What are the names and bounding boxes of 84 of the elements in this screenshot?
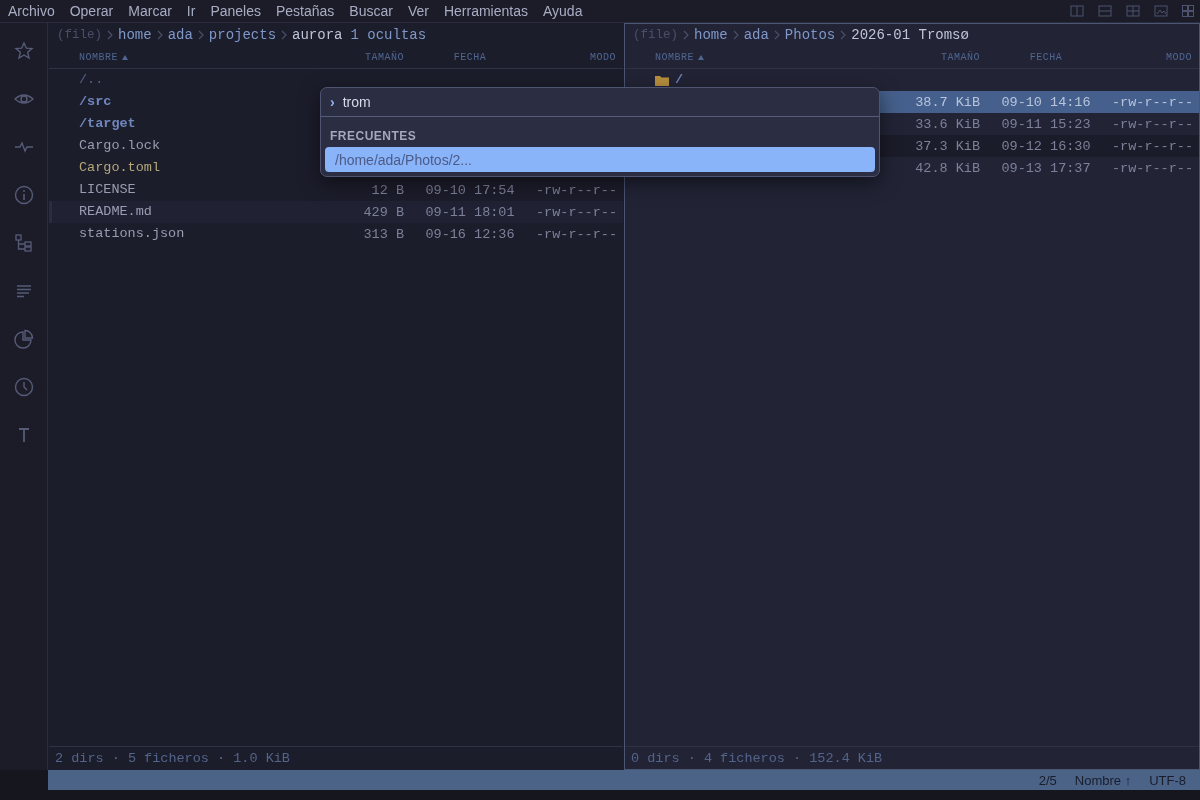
breadcrumb-item: (file): [57, 28, 102, 42]
file-name: /..: [79, 73, 104, 87]
clock-icon[interactable]: [13, 377, 34, 397]
breadcrumb-item: 2026-01 Tromsø: [851, 27, 969, 43]
menu-item[interactable]: Ir: [186, 3, 196, 19]
file-date: 09-12 16:30: [1001, 138, 1091, 154]
file-date: 09-11 15:23: [1001, 116, 1091, 132]
section-heading: FRECUENTES: [329, 128, 418, 145]
file-size: 38.7 KiB: [915, 94, 980, 110]
chevron-icon: [732, 30, 739, 40]
file-row[interactable]: LICENSE 12 B 09-10 17:54 -rw-r--r--: [49, 179, 623, 201]
chevron-icon: [197, 30, 204, 40]
breadcrumb-item[interactable]: ada: [167, 27, 193, 43]
file-mode: -rw-r--r--: [536, 204, 617, 220]
two-rows-icon[interactable]: [1098, 5, 1112, 17]
status-item: Nombre ↑: [1074, 772, 1132, 788]
menu-item[interactable]: Buscar: [349, 3, 393, 19]
breadcrumb-item[interactable]: Photos: [784, 27, 836, 43]
tiles-icon[interactable]: [1182, 5, 1194, 17]
star-icon[interactable]: [13, 41, 34, 61]
hidden-count: 1 ocultas: [350, 27, 427, 43]
breadcrumb-item[interactable]: projects: [208, 27, 277, 43]
two-columns-icon[interactable]: [1070, 5, 1084, 17]
chevron-icon: [840, 30, 847, 40]
file-name: /target: [79, 117, 136, 131]
file-date: 09-16 12:36: [425, 226, 515, 242]
file-size: 37.3 KiB: [915, 138, 980, 154]
file-name: /: [675, 73, 684, 87]
file-date: 09-10 17:54: [425, 182, 515, 198]
file-row[interactable]: /: [625, 69, 1199, 91]
column-header[interactable]: MODO: [536, 51, 616, 63]
info-icon[interactable]: [13, 185, 34, 205]
menu-item[interactable]: Marcar: [128, 3, 172, 19]
file-name: README.md: [79, 205, 152, 219]
tree-icon[interactable]: [13, 233, 34, 253]
file-size: 12 B: [371, 182, 404, 198]
file-mode: -rw-r--r--: [1112, 138, 1193, 154]
pie-chart-icon[interactable]: [13, 329, 34, 349]
menu-item[interactable]: Pestañas: [276, 3, 335, 19]
breadcrumb-item[interactable]: home: [694, 27, 728, 43]
file-row[interactable]: README.md 429 B 09-11 18:01 -rw-r--r--: [49, 201, 623, 223]
pane-summary: 0 dirs · 4 ficheros · 152.4 KiB: [631, 750, 883, 766]
breadcrumb-item[interactable]: home: [118, 27, 152, 43]
chevron-icon: [156, 30, 163, 40]
breadcrumb-item[interactable]: ada: [743, 27, 769, 43]
menu-item[interactable]: Paneles: [210, 3, 261, 19]
column-header[interactable]: NOMBRE: [79, 51, 118, 63]
file-row[interactable]: stations.json 313 B 09-16 12:36 -rw-r--r--: [49, 223, 623, 245]
column-header[interactable]: TAMAÑO: [324, 51, 404, 63]
sort-ascending-icon: [698, 54, 704, 60]
suggestion-item[interactable]: /home/ada/Photos/2...: [325, 147, 875, 172]
grid-icon[interactable]: [1126, 5, 1140, 17]
file-date: 09-11 18:01: [425, 204, 515, 220]
file-mode: -rw-r--r--: [1112, 94, 1193, 110]
chevron-icon: [683, 30, 689, 40]
menu-item[interactable]: Ver: [407, 3, 429, 19]
chevron-icon: [281, 30, 288, 40]
chevron-icon: [107, 30, 113, 40]
file-size: 42.8 KiB: [915, 160, 980, 176]
query-field[interactable]: trom: [342, 94, 371, 110]
file-date: 09-10 14:16: [1001, 94, 1091, 110]
file-size: 313 B: [363, 226, 404, 242]
breadcrumb-item: aurora: [292, 27, 343, 43]
menu-item[interactable]: Operar: [69, 3, 114, 19]
status-item: 2/5: [1038, 772, 1057, 788]
file-size: 429 B: [363, 204, 404, 220]
file-mode: -rw-r--r--: [1112, 160, 1193, 176]
menu-item[interactable]: Herramientas: [443, 3, 528, 19]
file-mode: -rw-r--r--: [1112, 116, 1193, 132]
file-mode: -rw-r--r--: [536, 182, 617, 198]
column-header[interactable]: FECHA: [420, 51, 520, 63]
status-item: UTF-8: [1149, 772, 1186, 788]
file-date: 09-13 17:37: [1001, 160, 1091, 176]
sort-ascending-icon: [122, 54, 128, 60]
menu-item[interactable]: Ayuda: [543, 3, 583, 19]
file-name: stations.json: [79, 227, 185, 241]
prompt-glyph: ›: [330, 94, 335, 110]
file-size: 33.6 KiB: [915, 116, 980, 132]
image-icon[interactable]: [1154, 5, 1168, 17]
file-mode: -rw-r--r--: [536, 226, 617, 242]
menu-item[interactable]: Archivo: [8, 3, 55, 19]
chevron-icon: [773, 30, 780, 40]
file-name: LICENSE: [79, 183, 136, 197]
pane-summary: 2 dirs · 5 ficheros · 1.0 KiB: [55, 750, 290, 766]
